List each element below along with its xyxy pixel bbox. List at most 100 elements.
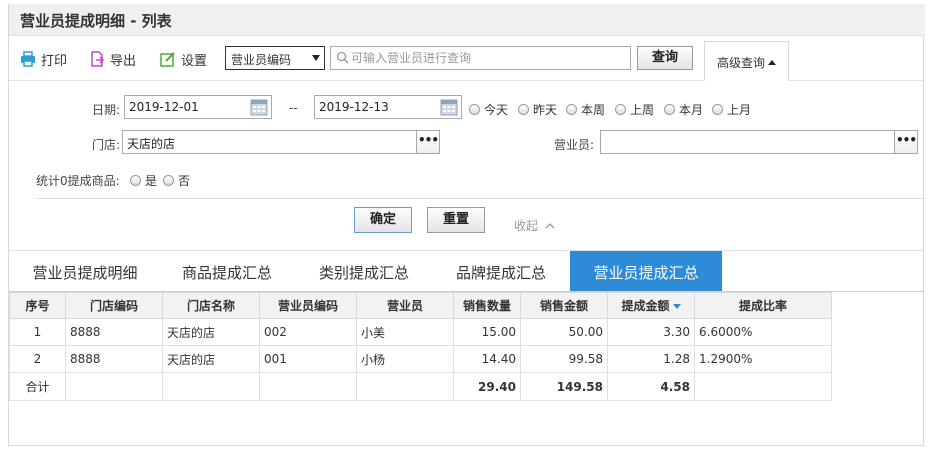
radio-zero-no[interactable]: 否	[163, 172, 190, 189]
table-cell: 29.40	[453, 372, 521, 401]
advanced-query-label: 高级查询	[716, 56, 765, 70]
table-cell: 8888	[65, 345, 163, 373]
advanced-query-tab[interactable]: 高级查询	[704, 41, 789, 81]
printer-icon	[21, 51, 35, 67]
table-cell	[356, 372, 454, 401]
column-header-label: 提成金额	[621, 299, 670, 313]
table-cell: 14.40	[453, 345, 521, 373]
column-header[interactable]: 提成比率	[694, 292, 832, 319]
title-bar: 营业员提成明细 - 列表	[9, 4, 925, 36]
page-title: 营业员提成明细 - 列表	[20, 12, 172, 30]
settings-button[interactable]: 设置	[160, 50, 208, 69]
search-input[interactable]	[351, 49, 627, 67]
query-button[interactable]: 查询	[637, 46, 693, 70]
radio-circle	[518, 104, 529, 115]
chevron-up-icon	[545, 223, 555, 229]
table-cell	[259, 372, 357, 401]
table-total-row: 合计 29.40 149.58 4.58	[9, 372, 832, 401]
table-header-row: 序号 门店编码 门店名称 营业员编码 营业员 销售数量 销售金额 提成金额 提成…	[9, 292, 832, 319]
confirm-button[interactable]: 确定	[354, 207, 412, 233]
column-header[interactable]: 门店名称	[162, 292, 260, 319]
column-header[interactable]: 销售数量	[453, 292, 521, 319]
table-cell	[65, 372, 163, 401]
radio-last-month[interactable]: 上月	[712, 101, 751, 118]
calendar-icon[interactable]	[250, 98, 268, 116]
zero-commission-label: 统计0提成商品:	[36, 174, 120, 188]
search-field-select[interactable]: 营业员编码	[225, 46, 325, 70]
table-row[interactable]: 2 8888 天店的店 001 小杨 14.40 99.58 1.28 1.29…	[9, 345, 832, 373]
store-field[interactable]: 天店的店 •••	[122, 130, 440, 154]
export-label: 导出	[110, 53, 137, 69]
tab-category-commission-summary[interactable]: 类别提成汇总	[299, 251, 429, 291]
column-header[interactable]: 序号	[9, 292, 66, 319]
store-label: 门店:	[92, 138, 121, 152]
table-cell: 2	[9, 345, 66, 373]
date-to-value: 2019-12-13	[319, 100, 389, 114]
table-cell: 天店的店	[162, 345, 260, 373]
print-button[interactable]: 打印	[20, 50, 67, 69]
column-header[interactable]: 门店编码	[65, 292, 163, 319]
settings-label: 设置	[181, 53, 208, 69]
table-cell: 99.58	[520, 345, 608, 373]
radio-label: 是	[145, 174, 158, 188]
table-cell: 6.6000%	[694, 318, 832, 346]
store-picker-button[interactable]: •••	[416, 130, 440, 154]
edit-settings-icon	[160, 52, 175, 67]
search-icon	[336, 51, 349, 64]
radio-label: 本周	[581, 103, 606, 117]
tab-product-commission-summary[interactable]: 商品提成汇总	[162, 251, 292, 291]
table-row[interactable]: 1 8888 天店的店 002 小美 15.00 50.00 3.30 6.60…	[9, 318, 832, 346]
table-cell: 小杨	[356, 345, 454, 373]
radio-label: 今天	[484, 103, 509, 117]
radio-circle	[163, 175, 174, 186]
date-to-field[interactable]: 2019-12-13	[314, 95, 462, 119]
sort-desc-icon	[672, 304, 681, 309]
search-box	[330, 46, 631, 70]
tab-brand-commission-summary[interactable]: 品牌提成汇总	[436, 251, 566, 291]
collapse-label: 收起	[514, 219, 539, 233]
export-button[interactable]: 导出	[89, 50, 137, 69]
table-cell: 50.00	[520, 318, 608, 346]
date-from-field[interactable]: 2019-12-01	[124, 95, 272, 119]
date-label: 日期:	[92, 103, 121, 117]
export-icon	[91, 51, 105, 67]
date-separator: --	[289, 101, 298, 115]
clerk-label: 营业员:	[554, 138, 595, 152]
caret-up-icon	[768, 60, 776, 65]
radio-label: 上月	[727, 103, 752, 117]
table-cell: 149.58	[520, 372, 608, 401]
table-cell: 1.28	[607, 345, 695, 373]
radio-this-week[interactable]: 本周	[566, 101, 605, 118]
clerk-field[interactable]: •••	[600, 130, 918, 154]
column-header-sorted[interactable]: 提成金额	[607, 292, 695, 319]
tab-clerk-commission-detail[interactable]: 营业员提成明细	[15, 251, 155, 291]
column-header[interactable]: 营业员编码	[259, 292, 357, 319]
radio-circle	[130, 175, 141, 186]
column-header[interactable]: 销售金额	[520, 292, 608, 319]
radio-circle	[712, 104, 723, 115]
table-cell: 合计	[9, 372, 66, 401]
clerk-picker-button[interactable]: •••	[894, 130, 918, 154]
toolbar: 打印 导出 设置 营业员编码 查询	[9, 37, 925, 81]
report-window: 营业员提成明细 - 列表 打印 导出 设置 营业员编码 可输入营业员进行查询 查…	[8, 4, 925, 446]
table-cell: 001	[259, 345, 357, 373]
radio-circle	[566, 104, 577, 115]
radio-zero-yes[interactable]: 是	[130, 172, 157, 189]
radio-today[interactable]: 今天	[469, 101, 508, 118]
date-from-value: 2019-12-01	[129, 100, 199, 114]
table-cell: 002	[259, 318, 357, 346]
calendar-icon[interactable]	[440, 98, 458, 116]
radio-this-month[interactable]: 本月	[664, 101, 703, 118]
radio-circle	[615, 104, 626, 115]
tab-clerk-commission-summary[interactable]: 营业员提成汇总	[570, 251, 722, 291]
search-field-select-value: 营业员编码	[231, 53, 292, 67]
radio-circle	[664, 104, 675, 115]
column-header[interactable]: 营业员	[356, 292, 454, 319]
collapse-toggle[interactable]: 收起	[514, 217, 555, 234]
table-cell	[162, 372, 260, 401]
radio-yesterday[interactable]: 昨天	[518, 101, 557, 118]
radio-label: 否	[178, 174, 191, 188]
radio-last-week[interactable]: 上周	[615, 101, 654, 118]
table-cell: 15.00	[453, 318, 521, 346]
reset-button[interactable]: 重置	[427, 207, 485, 233]
